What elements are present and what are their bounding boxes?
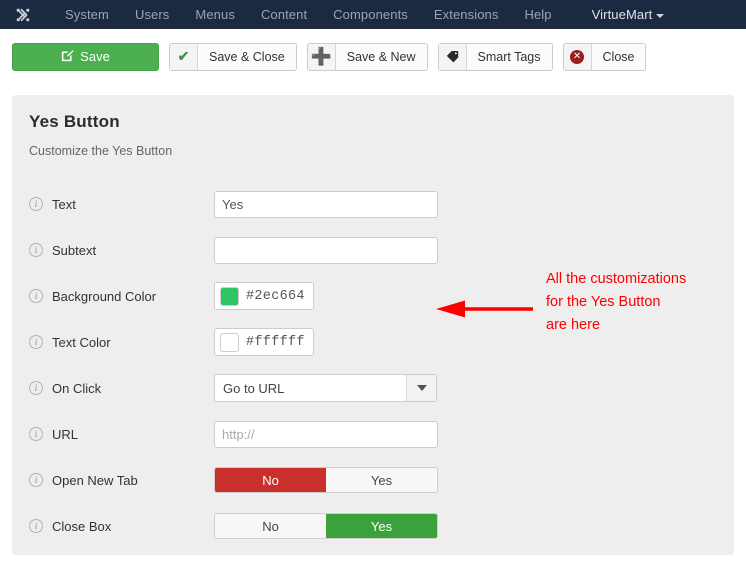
info-circle-icon[interactable]: i <box>29 243 43 257</box>
form-row-on-click: i On Click Go to URL <box>12 365 734 411</box>
subtext-field-label: Subtext <box>52 242 97 258</box>
nav-item-users[interactable]: Users <box>122 0 182 29</box>
joomla-logo-icon[interactable] <box>8 0 38 29</box>
form-row-url: i URL <box>12 411 734 457</box>
open-new-tab-option-yes[interactable]: Yes <box>326 468 437 492</box>
on-click-select[interactable]: Go to URL <box>214 374 437 402</box>
background-color-label: Background Color <box>52 288 157 304</box>
smart-tags-label: Smart Tags <box>466 43 552 70</box>
on-click-label: On Click <box>52 380 102 396</box>
close-box-label: Close Box <box>52 518 112 534</box>
save-button-label: Save <box>80 49 110 64</box>
nav-item-help[interactable]: Help <box>511 0 564 29</box>
close-box-option-yes[interactable]: Yes <box>326 514 437 538</box>
info-circle-icon[interactable]: i <box>29 335 43 349</box>
close-button-label: Close <box>591 43 646 70</box>
annotation-line-3: are here <box>546 317 601 333</box>
smart-tags-button[interactable]: Smart Tags <box>437 42 553 71</box>
form-row-text: i Text <box>12 181 734 227</box>
save-and-close-button[interactable]: ✔ Save & Close <box>169 42 297 71</box>
text-color-swatch[interactable] <box>220 332 239 352</box>
left-arrow-annotation-icon <box>436 300 533 318</box>
caret-down-icon <box>656 13 665 18</box>
background-color-picker[interactable]: #2ec664 <box>214 282 314 310</box>
text-input[interactable] <box>214 190 438 218</box>
open-new-tab-option-no[interactable]: No <box>215 468 326 492</box>
editor-toolbar: Save ✔ Save & Close ➕ Save & New Smart T… <box>0 29 746 85</box>
save-button[interactable]: Save <box>12 42 159 71</box>
plus-icon: ➕ <box>307 43 336 70</box>
nav-item-menus[interactable]: Menus <box>182 0 248 29</box>
admin-navbar: System Users Menus Content Components Ex… <box>0 0 746 29</box>
annotation-line-1: All the customizations <box>546 271 687 287</box>
annotation-text: All the customizations for the Yes Butto… <box>546 268 736 337</box>
nav-item-content[interactable]: Content <box>248 0 320 29</box>
close-box-toggle[interactable]: No Yes <box>214 513 438 539</box>
url-label: URL <box>52 426 79 442</box>
save-and-new-button[interactable]: ➕ Save & New <box>306 42 428 71</box>
background-color-value: #2ec664 <box>246 288 305 304</box>
close-button[interactable]: ✕ Close <box>562 42 647 71</box>
text-color-label: Text Color <box>52 334 111 350</box>
close-box-option-no[interactable]: No <box>215 514 326 538</box>
settings-form: i Text i Subtext i Background Color #2ec… <box>12 181 734 549</box>
background-color-swatch[interactable] <box>220 286 239 306</box>
tag-icon <box>438 43 467 70</box>
dropdown-triangle-icon[interactable] <box>406 375 436 401</box>
text-color-picker[interactable]: #ffffff <box>214 328 314 356</box>
form-row-subtext: i Subtext <box>12 227 734 273</box>
info-circle-icon[interactable]: i <box>29 289 43 303</box>
on-click-selected-value: Go to URL <box>215 375 406 401</box>
save-and-close-label: Save & Close <box>198 43 296 70</box>
nav-item-components[interactable]: Components <box>320 0 421 29</box>
url-input[interactable] <box>214 420 438 448</box>
info-circle-icon[interactable]: i <box>29 381 43 395</box>
form-row-open-new-tab: i Open New Tab No Yes <box>12 457 734 503</box>
text-color-value: #ffffff <box>246 334 305 350</box>
open-new-tab-toggle[interactable]: No Yes <box>214 467 438 493</box>
edit-pencil-square-icon <box>61 49 74 65</box>
page-title: Yes Button <box>29 112 120 131</box>
form-row-close-box: i Close Box No Yes <box>12 503 734 549</box>
save-and-new-label: Save & New <box>335 43 427 70</box>
info-circle-icon[interactable]: i <box>29 519 43 533</box>
nav-item-extensions[interactable]: Extensions <box>421 0 512 29</box>
info-circle-icon[interactable]: i <box>29 197 43 211</box>
nav-brand-label: VirtueMart <box>591 7 653 22</box>
info-circle-icon[interactable]: i <box>29 473 43 487</box>
open-new-tab-label: Open New Tab <box>52 472 138 488</box>
subtext-input[interactable] <box>214 236 438 264</box>
nav-item-virtuemart[interactable]: VirtueMart <box>579 0 678 29</box>
nav-item-system[interactable]: System <box>52 0 122 29</box>
page-subtitle: Customize the Yes Button <box>29 144 173 158</box>
annotation-line-2: for the Yes Button <box>546 294 661 310</box>
text-field-label: Text <box>52 196 76 212</box>
close-circle-icon: ✕ <box>563 43 592 70</box>
checkmark-icon: ✔ <box>170 43 198 70</box>
info-circle-icon[interactable]: i <box>29 427 43 441</box>
